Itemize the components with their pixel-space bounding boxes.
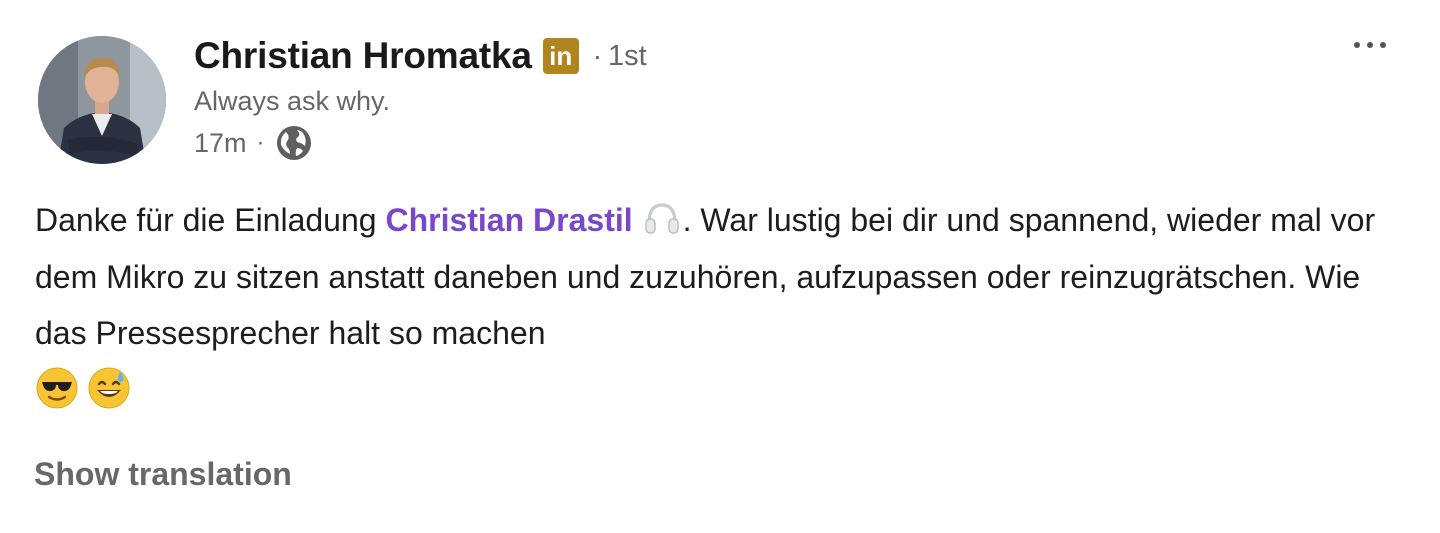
show-translation-link[interactable]: Show translation [34,456,292,493]
globe-icon [276,126,311,160]
emoji-row [35,366,1415,410]
separator-dot: · [592,40,603,71]
author-name[interactable]: Christian Hromatka [194,35,532,77]
sunglasses-face-icon [36,367,78,408]
post-meta: 17m · [194,124,647,162]
separator-dot: · [256,129,265,156]
more-options-button[interactable] [1348,36,1392,54]
post-text: Danke für die Einladung Christian Drasti… [35,192,1415,410]
mention-link[interactable]: Christian Drastil [385,202,632,238]
headphones-icon [644,203,679,234]
connection-degree: 1st [608,39,647,72]
author-headline: Always ask why. [194,86,391,116]
post-header: Christian Hromatka in · 1st Always ask w… [194,32,647,162]
avatar[interactable] [38,36,166,164]
post-timestamp[interactable]: 17m [194,128,247,159]
post-text-intro: Danke für die Einladung [35,202,386,238]
author-line: Christian Hromatka in · 1st [194,32,647,80]
grinning-sweat-face-icon [88,367,130,408]
linkedin-post: Christian Hromatka in · 1st Always ask w… [0,0,1440,533]
linkedin-premium-icon: in [542,38,579,74]
more-options-icon [1354,42,1360,48]
